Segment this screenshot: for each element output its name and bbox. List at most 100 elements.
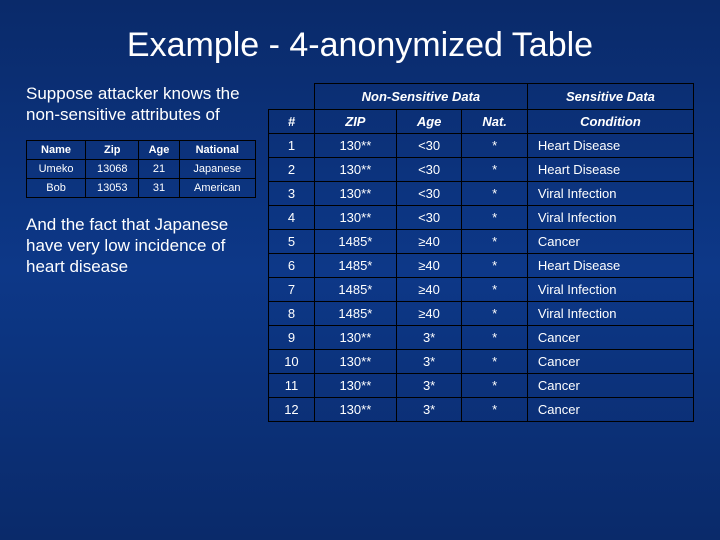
main-cell-nat: * [462, 278, 528, 302]
main-cell-nat: * [462, 374, 528, 398]
main-cell-cond: Cancer [527, 374, 693, 398]
main-cell-age: 3* [396, 398, 462, 422]
attacker-cell-age: 31 [139, 178, 179, 197]
main-cell-age: ≥40 [396, 278, 462, 302]
main-cell-nat: * [462, 302, 528, 326]
attacker-th-zip: Zip [86, 140, 139, 159]
main-table-row: 1130**<30*Heart Disease [269, 134, 694, 158]
main-table-row: 3130**<30*Viral Infection [269, 182, 694, 206]
main-cell-num: 8 [269, 302, 315, 326]
main-cell-age: <30 [396, 206, 462, 230]
main-cell-age: <30 [396, 182, 462, 206]
content-area: Suppose attacker knows the non-sensitive… [26, 83, 694, 422]
main-table-row: 11130**3**Cancer [269, 374, 694, 398]
main-cell-cond: Heart Disease [527, 254, 693, 278]
col-header-num: # [269, 110, 315, 134]
attacker-th-name: Name [27, 140, 86, 159]
main-table-row: 81485*≥40*Viral Infection [269, 302, 694, 326]
main-cell-cond: Heart Disease [527, 158, 693, 182]
slide: Example - 4-anonymized Table Suppose att… [0, 0, 720, 540]
main-cell-cond: Viral Infection [527, 206, 693, 230]
slide-title: Example - 4-anonymized Table [26, 26, 694, 65]
attacker-table-body: Umeko1306821JapaneseBob1305331American [27, 159, 256, 197]
main-cell-cond: Cancer [527, 326, 693, 350]
col-header-cond: Condition [527, 110, 693, 134]
attacker-cell-age: 21 [139, 159, 179, 178]
attacker-table-row: Umeko1306821Japanese [27, 159, 256, 178]
main-cell-age: ≥40 [396, 230, 462, 254]
main-cell-nat: * [462, 326, 528, 350]
main-cell-nat: * [462, 182, 528, 206]
main-cell-num: 3 [269, 182, 315, 206]
attacker-cell-name: Bob [27, 178, 86, 197]
main-cell-num: 5 [269, 230, 315, 254]
main-cell-nat: * [462, 158, 528, 182]
main-cell-num: 4 [269, 206, 315, 230]
group-header-nonsensitive: Non-Sensitive Data [314, 84, 527, 110]
attacker-cell-nat: American [179, 178, 255, 197]
main-cell-cond: Viral Infection [527, 182, 693, 206]
paragraph-fact: And the fact that Japanese have very low… [26, 214, 256, 278]
col-header-age: Age [396, 110, 462, 134]
main-cell-zip: 130** [314, 182, 396, 206]
main-table-row: 71485*≥40*Viral Infection [269, 278, 694, 302]
main-cell-nat: * [462, 230, 528, 254]
main-cell-age: ≥40 [396, 302, 462, 326]
main-col-header-row: # ZIP Age Nat. Condition [269, 110, 694, 134]
col-header-zip: ZIP [314, 110, 396, 134]
main-cell-age: <30 [396, 134, 462, 158]
attacker-cell-zip: 13068 [86, 159, 139, 178]
main-table-row: 2130**<30*Heart Disease [269, 158, 694, 182]
main-cell-zip: 1485* [314, 278, 396, 302]
main-cell-num: 9 [269, 326, 315, 350]
main-cell-cond: Cancer [527, 398, 693, 422]
attacker-th-nat: National [179, 140, 255, 159]
right-column: Non-Sensitive Data Sensitive Data # ZIP … [268, 83, 694, 422]
attacker-table-header-row: Name Zip Age National [27, 140, 256, 159]
attacker-cell-name: Umeko [27, 159, 86, 178]
main-cell-zip: 130** [314, 134, 396, 158]
main-cell-cond: Viral Infection [527, 278, 693, 302]
main-table: Non-Sensitive Data Sensitive Data # ZIP … [268, 83, 694, 422]
main-cell-zip: 1485* [314, 254, 396, 278]
main-cell-nat: * [462, 134, 528, 158]
main-group-header-row: Non-Sensitive Data Sensitive Data [269, 84, 694, 110]
main-cell-zip: 130** [314, 350, 396, 374]
attacker-table: Name Zip Age National Umeko1306821Japane… [26, 140, 256, 198]
main-cell-num: 12 [269, 398, 315, 422]
main-cell-zip: 1485* [314, 230, 396, 254]
main-cell-age: 3* [396, 350, 462, 374]
main-cell-zip: 1485* [314, 302, 396, 326]
main-table-row: 61485*≥40*Heart Disease [269, 254, 694, 278]
main-cell-cond: Cancer [527, 230, 693, 254]
main-cell-zip: 130** [314, 158, 396, 182]
main-table-row: 51485*≥40*Cancer [269, 230, 694, 254]
main-cell-zip: 130** [314, 206, 396, 230]
main-cell-num: 1 [269, 134, 315, 158]
group-header-sensitive: Sensitive Data [527, 84, 693, 110]
main-cell-num: 6 [269, 254, 315, 278]
paragraph-intro: Suppose attacker knows the non-sensitive… [26, 83, 256, 126]
main-cell-cond: Cancer [527, 350, 693, 374]
main-table-body: 1130**<30*Heart Disease2130**<30*Heart D… [269, 134, 694, 422]
main-cell-age: 3* [396, 374, 462, 398]
corner-cell [269, 84, 315, 110]
main-cell-nat: * [462, 350, 528, 374]
main-cell-nat: * [462, 206, 528, 230]
col-header-nat: Nat. [462, 110, 528, 134]
main-cell-cond: Viral Infection [527, 302, 693, 326]
attacker-cell-zip: 13053 [86, 178, 139, 197]
main-table-row: 9130**3**Cancer [269, 326, 694, 350]
main-table-row: 12130**3**Cancer [269, 398, 694, 422]
main-cell-nat: * [462, 254, 528, 278]
main-cell-zip: 130** [314, 374, 396, 398]
attacker-cell-nat: Japanese [179, 159, 255, 178]
main-cell-num: 10 [269, 350, 315, 374]
main-cell-num: 2 [269, 158, 315, 182]
main-cell-cond: Heart Disease [527, 134, 693, 158]
main-cell-nat: * [462, 398, 528, 422]
main-cell-age: <30 [396, 158, 462, 182]
main-cell-age: ≥40 [396, 254, 462, 278]
main-cell-zip: 130** [314, 326, 396, 350]
main-cell-num: 7 [269, 278, 315, 302]
